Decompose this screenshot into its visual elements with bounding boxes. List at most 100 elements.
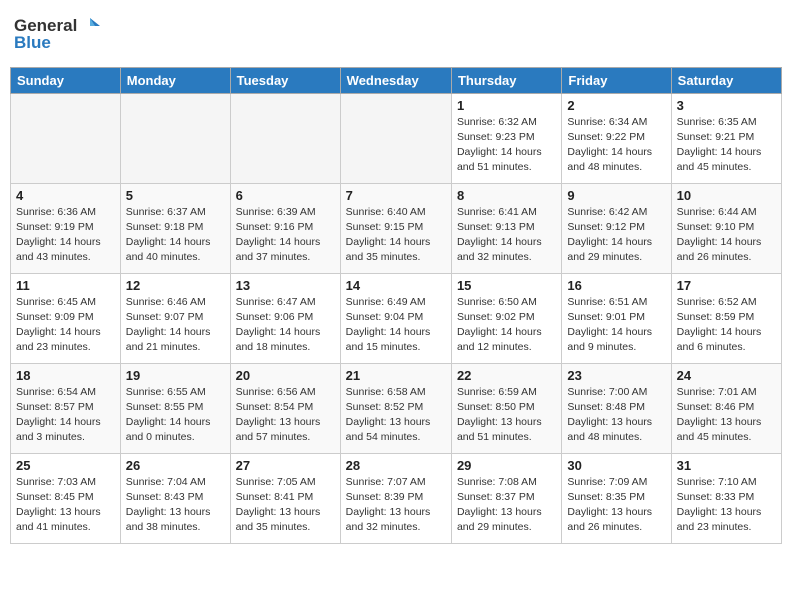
- calendar-day-cell: 28Sunrise: 7:07 AMSunset: 8:39 PMDayligh…: [340, 453, 451, 543]
- day-number: 1: [457, 98, 556, 113]
- day-number: 31: [677, 458, 776, 473]
- calendar-day-cell: 23Sunrise: 7:00 AMSunset: 8:48 PMDayligh…: [562, 363, 671, 453]
- day-info: Sunrise: 6:32 AMSunset: 9:23 PMDaylight:…: [457, 115, 556, 176]
- day-info: Sunrise: 7:09 AMSunset: 8:35 PMDaylight:…: [567, 475, 665, 536]
- day-number: 5: [126, 188, 225, 203]
- day-info: Sunrise: 6:51 AMSunset: 9:01 PMDaylight:…: [567, 295, 665, 356]
- day-of-week-header: Wednesday: [340, 67, 451, 93]
- day-number: 28: [346, 458, 446, 473]
- calendar-day-cell: 2 Sunrise: 6:34 AMSunset: 9:22 PMDaylight…: [562, 93, 671, 183]
- calendar-day-cell: 15 Sunrise: 6:50 AMSunset: 9:02 PMDayligh…: [451, 273, 561, 363]
- day-number: 18: [16, 368, 115, 383]
- day-info: Sunrise: 6:42 AMSunset: 9:12 PMDaylight:…: [567, 205, 665, 266]
- calendar-day-cell: 10 Sunrise: 6:44 AMSunset: 9:10 PMDayligh…: [671, 183, 781, 273]
- day-number: 23: [567, 368, 665, 383]
- calendar-table: SundayMondayTuesdayWednesdayThursdayFrid…: [10, 67, 782, 544]
- day-info: Sunrise: 6:39 AMSunset: 9:16 PMDaylight:…: [236, 205, 335, 266]
- calendar-day-cell: 6 Sunrise: 6:39 AMSunset: 9:16 PMDaylight…: [230, 183, 340, 273]
- calendar-day-cell: 19Sunrise: 6:55 AMSunset: 8:55 PMDayligh…: [120, 363, 230, 453]
- day-info: Sunrise: 6:59 AMSunset: 8:50 PMDaylight:…: [457, 385, 556, 446]
- logo-container: General Blue: [14, 16, 100, 53]
- calendar-day-cell: 1 Sunrise: 6:32 AMSunset: 9:23 PMDaylight…: [451, 93, 561, 183]
- day-of-week-header: Sunday: [11, 67, 121, 93]
- day-number: 29: [457, 458, 556, 473]
- day-info: Sunrise: 6:44 AMSunset: 9:10 PMDaylight:…: [677, 205, 776, 266]
- day-number: 9: [567, 188, 665, 203]
- calendar-day-cell: 5Sunrise: 6:37 AMSunset: 9:18 PMDaylight…: [120, 183, 230, 273]
- calendar-day-cell: 12Sunrise: 6:46 AMSunset: 9:07 PMDayligh…: [120, 273, 230, 363]
- calendar-day-cell: 16 Sunrise: 6:51 AMSunset: 9:01 PMDayligh…: [562, 273, 671, 363]
- calendar-day-cell: 25 Sunrise: 7:03 AMSunset: 8:45 PMDayligh…: [11, 453, 121, 543]
- calendar-week-row: 25 Sunrise: 7:03 AMSunset: 8:45 PMDayligh…: [11, 453, 782, 543]
- day-number: 16: [567, 278, 665, 293]
- day-number: 21: [346, 368, 446, 383]
- day-info: Sunrise: 6:35 AMSunset: 9:21 PMDaylight:…: [677, 115, 776, 176]
- day-info: Sunrise: 6:40 AMSunset: 9:15 PMDaylight:…: [346, 205, 446, 266]
- day-number: 7: [346, 188, 446, 203]
- day-info: Sunrise: 6:50 AMSunset: 9:02 PMDaylight:…: [457, 295, 556, 356]
- calendar-day-cell: [230, 93, 340, 183]
- calendar-day-cell: 14 Sunrise: 6:49 AMSunset: 9:04 PMDayligh…: [340, 273, 451, 363]
- logo-bird-icon: [80, 16, 100, 36]
- calendar-day-cell: 17Sunrise: 6:52 AMSunset: 8:59 PMDayligh…: [671, 273, 781, 363]
- calendar-week-row: 1 Sunrise: 6:32 AMSunset: 9:23 PMDaylight…: [11, 93, 782, 183]
- calendar-day-cell: 18 Sunrise: 6:54 AMSunset: 8:57 PMDayligh…: [11, 363, 121, 453]
- day-number: 30: [567, 458, 665, 473]
- day-info: Sunrise: 6:36 AMSunset: 9:19 PMDaylight:…: [16, 205, 115, 266]
- calendar-day-cell: 11Sunrise: 6:45 AMSunset: 9:09 PMDayligh…: [11, 273, 121, 363]
- calendar-day-cell: [340, 93, 451, 183]
- day-number: 19: [126, 368, 225, 383]
- day-info: Sunrise: 6:41 AMSunset: 9:13 PMDaylight:…: [457, 205, 556, 266]
- calendar-day-cell: 29 Sunrise: 7:08 AMSunset: 8:37 PMDayligh…: [451, 453, 561, 543]
- calendar-day-cell: 20Sunrise: 6:56 AMSunset: 8:54 PMDayligh…: [230, 363, 340, 453]
- day-of-week-header: Thursday: [451, 67, 561, 93]
- day-info: Sunrise: 6:34 AMSunset: 9:22 PMDaylight:…: [567, 115, 665, 176]
- day-of-week-header: Friday: [562, 67, 671, 93]
- day-number: 15: [457, 278, 556, 293]
- calendar-day-cell: 4 Sunrise: 6:36 AMSunset: 9:19 PMDaylight…: [11, 183, 121, 273]
- calendar-week-row: 11Sunrise: 6:45 AMSunset: 9:09 PMDayligh…: [11, 273, 782, 363]
- calendar-day-cell: 26 Sunrise: 7:04 AMSunset: 8:43 PMDayligh…: [120, 453, 230, 543]
- day-info: Sunrise: 7:10 AMSunset: 8:33 PMDaylight:…: [677, 475, 776, 536]
- day-number: 10: [677, 188, 776, 203]
- day-of-week-header: Tuesday: [230, 67, 340, 93]
- day-of-week-header: Monday: [120, 67, 230, 93]
- day-number: 2: [567, 98, 665, 113]
- day-number: 13: [236, 278, 335, 293]
- day-info: Sunrise: 7:03 AMSunset: 8:45 PMDaylight:…: [16, 475, 115, 536]
- day-number: 26: [126, 458, 225, 473]
- day-info: Sunrise: 6:54 AMSunset: 8:57 PMDaylight:…: [16, 385, 115, 446]
- day-info: Sunrise: 6:49 AMSunset: 9:04 PMDaylight:…: [346, 295, 446, 356]
- calendar-day-cell: 27Sunrise: 7:05 AMSunset: 8:41 PMDayligh…: [230, 453, 340, 543]
- day-info: Sunrise: 7:05 AMSunset: 8:41 PMDaylight:…: [236, 475, 335, 536]
- day-number: 6: [236, 188, 335, 203]
- day-number: 3: [677, 98, 776, 113]
- day-info: Sunrise: 6:46 AMSunset: 9:07 PMDaylight:…: [126, 295, 225, 356]
- calendar-day-cell: 30 Sunrise: 7:09 AMSunset: 8:35 PMDayligh…: [562, 453, 671, 543]
- day-of-week-header: Saturday: [671, 67, 781, 93]
- day-info: Sunrise: 7:08 AMSunset: 8:37 PMDaylight:…: [457, 475, 556, 536]
- logo: General Blue: [14, 16, 100, 53]
- calendar-day-cell: 9 Sunrise: 6:42 AMSunset: 9:12 PMDaylight…: [562, 183, 671, 273]
- day-info: Sunrise: 6:47 AMSunset: 9:06 PMDaylight:…: [236, 295, 335, 356]
- day-number: 20: [236, 368, 335, 383]
- day-info: Sunrise: 7:01 AMSunset: 8:46 PMDaylight:…: [677, 385, 776, 446]
- day-number: 8: [457, 188, 556, 203]
- calendar-day-cell: 8 Sunrise: 6:41 AMSunset: 9:13 PMDaylight…: [451, 183, 561, 273]
- day-info: Sunrise: 6:52 AMSunset: 8:59 PMDaylight:…: [677, 295, 776, 356]
- calendar-day-cell: 7 Sunrise: 6:40 AMSunset: 9:15 PMDaylight…: [340, 183, 451, 273]
- day-number: 4: [16, 188, 115, 203]
- calendar-day-cell: 3 Sunrise: 6:35 AMSunset: 9:21 PMDaylight…: [671, 93, 781, 183]
- day-number: 25: [16, 458, 115, 473]
- calendar-day-cell: 24Sunrise: 7:01 AMSunset: 8:46 PMDayligh…: [671, 363, 781, 453]
- day-info: Sunrise: 7:04 AMSunset: 8:43 PMDaylight:…: [126, 475, 225, 536]
- calendar-week-row: 4 Sunrise: 6:36 AMSunset: 9:19 PMDaylight…: [11, 183, 782, 273]
- page-header: General Blue: [10, 10, 782, 59]
- day-number: 11: [16, 278, 115, 293]
- day-number: 14: [346, 278, 446, 293]
- calendar-day-cell: 22 Sunrise: 6:59 AMSunset: 8:50 PMDayligh…: [451, 363, 561, 453]
- calendar-day-cell: 21Sunrise: 6:58 AMSunset: 8:52 PMDayligh…: [340, 363, 451, 453]
- day-number: 22: [457, 368, 556, 383]
- calendar-week-row: 18 Sunrise: 6:54 AMSunset: 8:57 PMDayligh…: [11, 363, 782, 453]
- logo-blue-text: Blue: [14, 34, 51, 53]
